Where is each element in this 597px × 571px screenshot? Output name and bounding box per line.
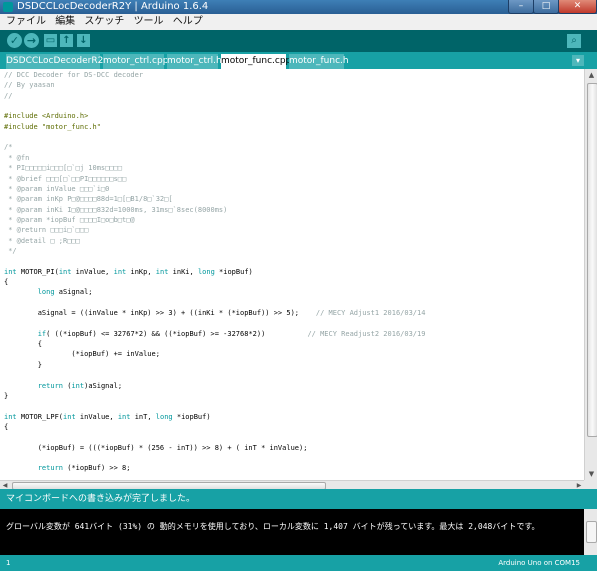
minimize-button[interactable]: – (508, 0, 534, 14)
code-line: * @return □□□i□`□□□ (4, 226, 89, 235)
menu-file[interactable]: ファイル (6, 14, 46, 30)
code-line: // By yaasan (4, 81, 55, 90)
console-output: グローバル変数が 641バイト (31%) の 動的メモリを使用しており、ローカ… (0, 509, 584, 555)
serial-monitor-icon[interactable]: ⌕ (567, 34, 581, 48)
scroll-thumb[interactable] (587, 83, 597, 437)
scroll-up-icon[interactable]: ▲ (585, 69, 597, 81)
window-title: DSDCCLocDecoderR2Y | Arduino 1.6.4 (17, 1, 209, 12)
code-line: aSignal = ((inValue * inKp) >> 3) + ((in… (4, 309, 426, 318)
menu-sketch[interactable]: スケッチ (84, 14, 124, 30)
console-scrollbar[interactable] (584, 509, 597, 555)
scroll-corner (584, 480, 597, 489)
code-line: * @param *iopBuf □□□□I□o□b□t□@ (4, 215, 135, 224)
code-line: (*iopBuf) += inValue; (4, 350, 160, 359)
code-line: int MOTOR_PI(int inValue, int inKp, int … (4, 267, 253, 276)
menu-edit[interactable]: 編集 (55, 14, 75, 30)
save-button[interactable]: ↓ (77, 34, 90, 47)
toolbar: ✓ → ▭ ↑ ↓ ⌕ (0, 30, 597, 52)
tab-motor-ctrl-cpp[interactable]: motor_ctrl.cpp (103, 54, 168, 69)
tab-motor-func-h[interactable]: motor_func.h (289, 54, 349, 69)
tab-dsdcclocdecoderr2y[interactable]: DSDCCLocDecoderR2Y (6, 54, 109, 69)
code-line: (*iopBuf) = (((*iopBuf) * (256 - inT)) >… (4, 443, 308, 452)
tab-motor-func-cpp[interactable]: motor_func.cpp (221, 54, 291, 69)
code-line: * @fn (4, 153, 30, 162)
code-line: * @brief □□□[□`□□PI□□□□□□s□□ (4, 174, 127, 183)
new-sketch-button[interactable]: ▭ (44, 34, 57, 47)
code-line: return (int)aSignal; (37, 381, 123, 390)
menu-help[interactable]: ヘルプ (173, 14, 203, 30)
board-info: Arduino Uno on COM15 (498, 559, 580, 567)
code-line: { (4, 422, 9, 431)
console-scroll-thumb[interactable] (586, 521, 597, 543)
code-line: return (*iopBuf) >> 8; (37, 464, 131, 473)
open-button[interactable]: ↑ (60, 34, 73, 47)
title-bar: DSDCCLocDecoderR2Y | Arduino 1.6.4 – □ ✕ (0, 0, 597, 14)
code-line: #include "motor_func.h" (4, 122, 101, 131)
menu-bar: ファイル 編集 スケッチ ツール ヘルプ (0, 14, 597, 31)
code-editor[interactable]: // DCC Decoder for DS-DCC decoder // By y… (0, 69, 584, 480)
code-line: // DCC Decoder for DS-DCC decoder (4, 71, 144, 79)
code-line: * @detail □ ;R□□□ (4, 236, 80, 245)
code-line: int MOTOR_LPF(int inValue, int inT, long… (4, 412, 211, 421)
code-line: long aSignal; (37, 288, 93, 297)
editor-vertical-scrollbar[interactable]: ▲ ▼ (584, 69, 597, 480)
arduino-app-icon (3, 2, 13, 12)
code-line: #include <Arduino.h> (4, 112, 89, 121)
tab-menu-arrow-icon[interactable]: ▾ (572, 55, 584, 66)
status-message: マイコンボードへの書き込みが完了しました。 (6, 494, 196, 504)
verify-button[interactable]: ✓ (7, 33, 22, 48)
code-line: * @param inValue □□□`i□0 (4, 184, 110, 193)
status-bar: マイコンボードへの書き込みが完了しました。 (0, 489, 597, 509)
menu-tools[interactable]: ツール (134, 14, 164, 30)
code-line: if( ((*iopBuf) <= 32767*2) && ((*iopBuf)… (37, 329, 426, 338)
code-line: } (4, 360, 42, 369)
tab-bar: DSDCCLocDecoderR2Y motor_ctrl.cpp motor_… (0, 52, 597, 69)
line-number: 1 (6, 559, 11, 567)
tab-motor-ctrl-h[interactable]: motor_ctrl.h (167, 54, 222, 69)
footer-bar: 1 Arduino Uno on COM15 (0, 555, 597, 571)
close-button[interactable]: ✕ (558, 0, 597, 14)
code-line: */ (4, 246, 17, 255)
console-message: グローバル変数が 641バイト (31%) の 動的メモリを使用しており、ローカ… (6, 522, 540, 531)
code-line: { (4, 278, 9, 286)
code-line: * PI□□□□□i□□□[□`□j 10ms□□□□ (4, 164, 123, 173)
code-line: { (4, 340, 42, 349)
code-line: /* (4, 143, 13, 152)
scroll-down-icon[interactable]: ▼ (585, 468, 597, 480)
upload-button[interactable]: → (24, 33, 39, 48)
code-line: * @param inKp P□@□□□□88d=1□[□B1/8□`32□[ (4, 195, 173, 204)
code-line: // (4, 91, 13, 100)
code-line: * @param inKi I□@□□□□832d=1000ms, 31ms□`… (4, 205, 228, 214)
maximize-button[interactable]: □ (533, 0, 559, 14)
code-line: } (4, 391, 9, 400)
